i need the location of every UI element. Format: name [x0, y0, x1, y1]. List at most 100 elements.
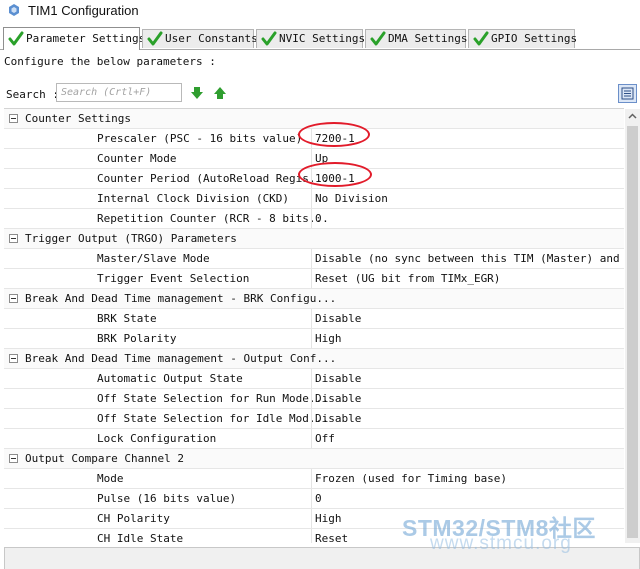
- param-name: Off State Selection for Run Mode...: [97, 392, 329, 405]
- param-row[interactable]: Pulse (16 bits value) 0: [4, 489, 624, 509]
- arrow-up-icon[interactable]: [213, 86, 227, 100]
- list-view-button[interactable]: [618, 84, 637, 103]
- param-value[interactable]: Disable: [315, 412, 361, 425]
- column-divider: [311, 189, 312, 208]
- param-name: Pulse (16 bits value): [97, 492, 237, 505]
- tab-user-constants[interactable]: User Constants: [142, 29, 258, 48]
- param-name: Master/Slave Mode: [97, 252, 210, 265]
- column-divider: [311, 469, 312, 488]
- param-name: Automatic Output State: [97, 372, 243, 385]
- group-title: Output Compare Channel 2: [25, 452, 184, 465]
- scroll-up-icon[interactable]: [625, 109, 640, 124]
- tab-label: Parameter Settings: [26, 32, 146, 45]
- column-divider: [311, 429, 312, 448]
- param-value[interactable]: Frozen (used for Timing base): [315, 472, 507, 485]
- column-divider: [311, 309, 312, 328]
- param-name: Trigger Event Selection: [97, 272, 250, 285]
- param-name: BRK State: [97, 312, 157, 325]
- param-row[interactable]: Automatic Output State Disable: [4, 369, 624, 389]
- list-view-icon: [621, 87, 634, 100]
- column-divider: [311, 409, 312, 428]
- check-icon: [8, 31, 24, 46]
- window-title: TIM1 Configuration: [28, 3, 139, 18]
- param-row[interactable]: Trigger Event Selection Reset (UG bit fro…: [4, 269, 624, 289]
- param-value[interactable]: No Division: [315, 192, 388, 205]
- param-row[interactable]: Internal Clock Division (CKD) No Division: [4, 189, 624, 209]
- tab-gpio-settings[interactable]: GPIO Settings: [468, 29, 578, 48]
- param-name: Counter Mode: [97, 152, 177, 165]
- group-trigger-output[interactable]: Trigger Output (TRGO) Parameters: [4, 229, 624, 249]
- param-name: CH Polarity: [97, 512, 170, 525]
- param-name: Lock Configuration: [97, 432, 217, 445]
- highlight-ellipse-period: [298, 162, 372, 187]
- group-break-output[interactable]: Break And Dead Time management - Output …: [4, 349, 624, 369]
- group-output-compare-ch2[interactable]: Output Compare Channel 2: [4, 449, 624, 469]
- param-name: Repetition Counter (RCR - 8 bits...: [97, 212, 329, 225]
- param-row[interactable]: Off State Selection for Run Mode... Disab…: [4, 389, 624, 409]
- param-value[interactable]: High: [315, 332, 342, 345]
- tab-label: GPIO Settings: [491, 32, 578, 45]
- group-title: Break And Dead Time management - BRK Con…: [25, 292, 337, 305]
- param-name: BRK Polarity: [97, 332, 177, 345]
- param-row[interactable]: Off State Selection for Idle Mod... Disab…: [4, 409, 624, 429]
- chip-icon: [9, 4, 19, 16]
- column-divider: [311, 509, 312, 528]
- param-value[interactable]: High: [315, 512, 342, 525]
- param-name: CH Idle State: [97, 532, 184, 543]
- param-value[interactable]: 0: [315, 212, 322, 225]
- arrow-down-icon[interactable]: [190, 86, 204, 100]
- check-icon: [370, 31, 386, 46]
- column-divider: [311, 529, 312, 543]
- check-icon: [261, 31, 277, 46]
- vertical-scrollbar[interactable]: [625, 109, 640, 543]
- param-name: Off State Selection for Idle Mod...: [97, 412, 329, 425]
- configure-instructions: Configure the below parameters :: [4, 55, 216, 68]
- tab-label: User Constants: [165, 32, 258, 45]
- param-name: Counter Period (AutoReload Regis...: [97, 172, 329, 185]
- collapse-icon[interactable]: [9, 294, 18, 303]
- param-value[interactable]: Reset: [315, 532, 348, 543]
- param-name: Internal Clock Division (CKD): [97, 192, 290, 205]
- param-row[interactable]: Repetition Counter (RCR - 8 bits... 0: [4, 209, 624, 229]
- param-value[interactable]: 0: [315, 492, 322, 505]
- search-label: Search :: [6, 88, 59, 101]
- param-value[interactable]: Reset (UG bit from TIMx_EGR): [315, 272, 500, 285]
- column-divider: [311, 489, 312, 508]
- column-divider: [311, 329, 312, 348]
- column-divider: [311, 209, 312, 228]
- param-row[interactable]: Master/Slave Mode Disable (no sync betwee…: [4, 249, 624, 269]
- param-value[interactable]: Disable: [315, 372, 361, 385]
- column-divider: [311, 249, 312, 268]
- column-divider: [311, 269, 312, 288]
- tab-label: DMA Settings: [388, 32, 468, 45]
- tab-strip: Parameter Settings User Constants NVIC S…: [0, 27, 640, 50]
- scrollbar-thumb[interactable]: [627, 126, 638, 538]
- param-row[interactable]: BRK State Disable: [4, 309, 624, 329]
- window-titlebar: TIM1 Configuration: [0, 0, 640, 22]
- param-name: Mode: [97, 472, 124, 485]
- param-value[interactable]: Disable: [315, 392, 361, 405]
- search-input[interactable]: [56, 83, 182, 102]
- group-break-brk[interactable]: Break And Dead Time management - BRK Con…: [4, 289, 624, 309]
- collapse-icon[interactable]: [9, 234, 18, 243]
- tab-parameter-settings[interactable]: Parameter Settings: [3, 27, 145, 50]
- group-title: Counter Settings: [25, 112, 131, 125]
- collapse-icon[interactable]: [9, 454, 18, 463]
- column-divider: [311, 369, 312, 388]
- check-icon: [147, 31, 163, 46]
- group-title: Break And Dead Time management - Output …: [25, 352, 337, 365]
- collapse-icon[interactable]: [9, 114, 18, 123]
- check-icon: [473, 31, 489, 46]
- param-name: Prescaler (PSC - 16 bits value): [97, 132, 303, 145]
- tab-nvic-settings[interactable]: NVIC Settings: [256, 29, 366, 48]
- collapse-icon[interactable]: [9, 354, 18, 363]
- param-value[interactable]: Disable: [315, 312, 361, 325]
- column-divider: [311, 389, 312, 408]
- param-row[interactable]: Mode Frozen (used for Timing base): [4, 469, 624, 489]
- param-value[interactable]: Disable (no sync between this TIM (Maste…: [315, 252, 624, 265]
- param-value[interactable]: Off: [315, 432, 335, 445]
- param-row[interactable]: Lock Configuration Off: [4, 429, 624, 449]
- tab-label: NVIC Settings: [279, 32, 366, 45]
- param-row[interactable]: BRK Polarity High: [4, 329, 624, 349]
- tab-dma-settings[interactable]: DMA Settings: [365, 29, 468, 48]
